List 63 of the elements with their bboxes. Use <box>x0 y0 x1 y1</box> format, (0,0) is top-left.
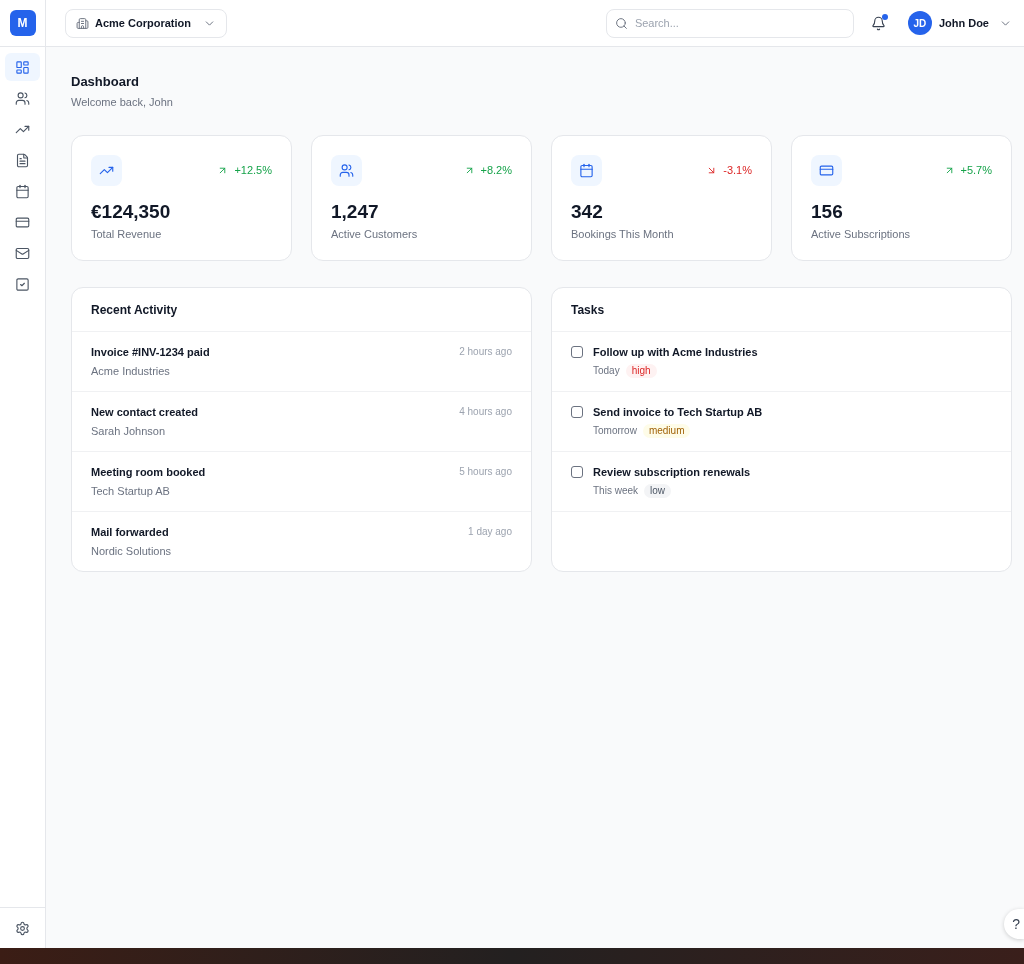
stat-label: Active Subscriptions <box>811 227 912 241</box>
activity-subtitle: Acme Industries <box>91 364 171 378</box>
task-checkbox[interactable] <box>571 406 583 418</box>
stat-label: Bookings This Month <box>571 227 675 241</box>
stat-value: €124,350 <box>91 201 172 223</box>
change-percent: +8.2% <box>480 163 512 179</box>
task-checkbox[interactable] <box>571 466 583 478</box>
task-title: Follow up with Acme Industries <box>593 345 758 359</box>
panel-title: Recent Activity <box>91 301 178 319</box>
activity-time: 1 day ago <box>468 525 512 539</box>
page-title: Dashboard <box>71 74 140 90</box>
activity-title: New contact created <box>91 405 198 419</box>
task-title: Send invoice to Tech Startup AB <box>593 405 763 419</box>
task-due: This week <box>593 484 638 498</box>
page-subtitle: Welcome back, John <box>71 95 174 109</box>
sidebar-item[interactable] <box>5 53 40 81</box>
user-menu-button[interactable]: JD John Doe <box>907 11 1012 35</box>
notifications-button[interactable] <box>869 13 888 33</box>
activity-time: 5 hours ago <box>459 465 512 479</box>
priority-tag: high <box>625 364 657 378</box>
calendar-tile-icon <box>571 155 602 186</box>
users-tile-icon <box>331 155 362 186</box>
stat-value: 1,247 <box>331 201 380 223</box>
stat-label: Total Revenue <box>91 227 163 241</box>
task-checkbox[interactable] <box>571 346 583 358</box>
checkbox-icon <box>15 276 30 292</box>
priority-tag: low <box>644 484 672 498</box>
settings-icon <box>15 920 30 936</box>
stat-value: 342 <box>571 201 604 223</box>
help-button[interactable]: ? <box>1004 909 1024 939</box>
activity-subtitle: Tech Startup AB <box>91 484 171 498</box>
change-percent: +12.5% <box>234 163 272 179</box>
building-icon <box>76 16 89 30</box>
user-avatar: JD <box>907 11 932 35</box>
panel-title: Tasks <box>571 301 605 319</box>
users-icon <box>15 90 30 106</box>
activity-time: 4 hours ago <box>459 405 512 419</box>
activity-title: Invoice #INV-1234 paid <box>91 345 210 359</box>
card-icon <box>15 214 30 230</box>
search-field[interactable]: Search... <box>605 8 854 38</box>
task-due: Tomorrow <box>593 424 637 438</box>
organization-selector[interactable]: Acme Corporation <box>65 8 227 38</box>
trend-up-tile-icon <box>91 155 122 186</box>
task-title: Review subscription renewals <box>593 465 751 479</box>
mail-icon <box>15 245 30 261</box>
stat-value: 156 <box>811 201 844 223</box>
priority-tag: medium <box>642 424 691 438</box>
activity-title: Meeting room booked <box>91 465 206 479</box>
change-percent: -3.1% <box>723 163 752 179</box>
grid-icon <box>15 59 30 75</box>
calendar-icon <box>15 183 30 199</box>
search-icon <box>614 16 628 30</box>
activity-title: Mail forwarded <box>91 525 170 539</box>
task-due: Today <box>593 364 620 378</box>
document-icon <box>15 152 30 168</box>
change-percent: +5.7% <box>960 163 992 179</box>
activity-time: 2 hours ago <box>459 345 512 359</box>
card-tile-icon <box>811 155 842 186</box>
activity-subtitle: Sarah Johnson <box>91 424 166 438</box>
bell-icon <box>871 15 887 31</box>
app-logo[interactable]: M <box>9 10 36 36</box>
stat-label: Active Customers <box>331 227 419 241</box>
activity-subtitle: Nordic Solutions <box>91 544 172 558</box>
